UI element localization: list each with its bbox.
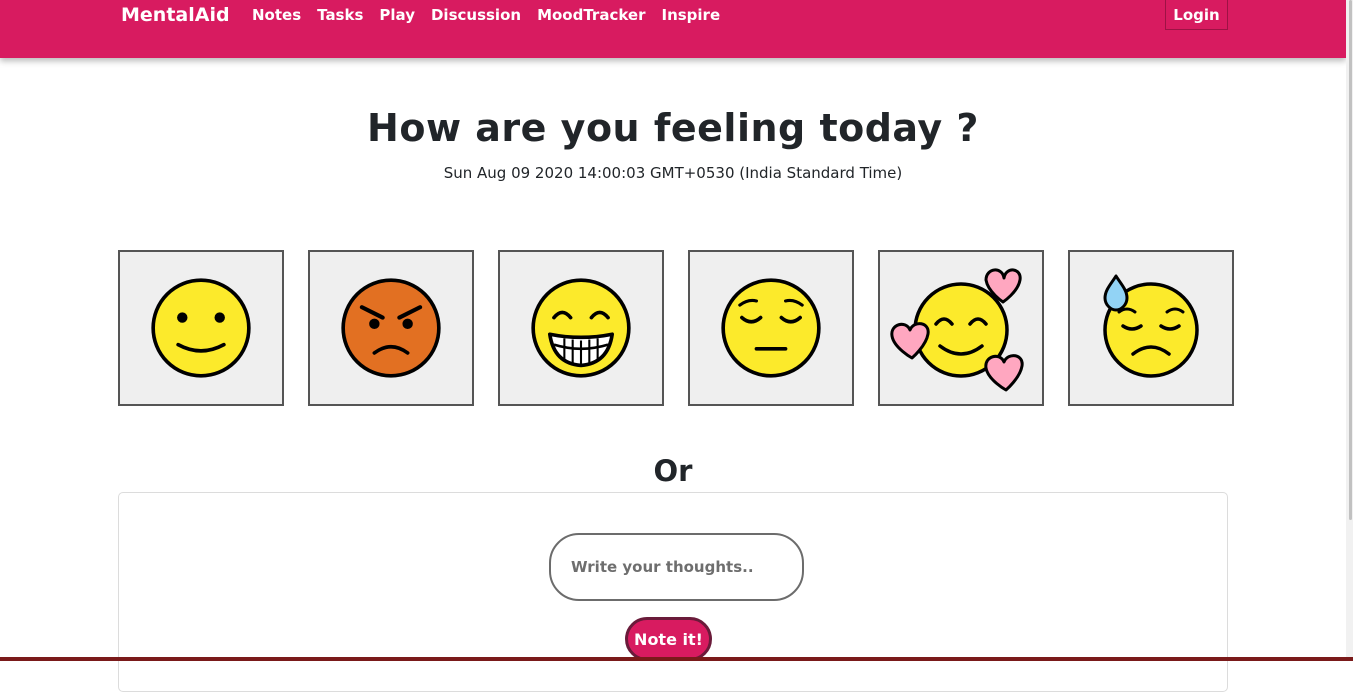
nav-link-notes[interactable]: Notes [252,6,301,24]
mood-option-worried[interactable] [1068,250,1234,406]
nav-link-inspire[interactable]: Inspire [661,6,720,24]
nav-link-tasks[interactable]: Tasks [317,6,363,24]
login-button[interactable]: Login [1165,0,1228,30]
mood-selector [118,250,1234,406]
grinning-face-icon [531,278,631,378]
mood-option-happy[interactable] [118,250,284,406]
downcast-face-with-sweat-icon [1103,274,1199,378]
os-taskbar-edge [0,657,1353,661]
note-it-button[interactable]: Note it! [625,617,712,661]
or-divider-label: Or [653,454,693,488]
scrollbar-thumb[interactable] [1349,0,1352,520]
nav-links: Notes Tasks Play Discussion MoodTracker … [252,6,720,24]
mood-option-loved[interactable] [878,250,1044,406]
navbar: MentalAid Notes Tasks Play Discussion Mo… [0,0,1346,58]
mood-option-angry[interactable] [308,250,474,406]
smiling-face-with-hearts-icon [890,268,1024,392]
brand-logo[interactable]: MentalAid [121,4,230,26]
nav-link-discussion[interactable]: Discussion [431,6,521,24]
thoughts-input[interactable] [549,533,804,601]
current-datetime: Sun Aug 09 2020 14:00:03 GMT+0530 (India… [443,164,903,182]
mood-option-excited[interactable] [498,250,664,406]
page-title: How are you feeling today ? [367,106,979,150]
relieved-face-icon [721,278,821,378]
slightly-smiling-face-icon [151,278,251,378]
nav-link-play[interactable]: Play [379,6,415,24]
angry-face-icon [341,278,441,378]
nav-link-moodtracker[interactable]: MoodTracker [537,6,645,24]
mood-option-calm[interactable] [688,250,854,406]
